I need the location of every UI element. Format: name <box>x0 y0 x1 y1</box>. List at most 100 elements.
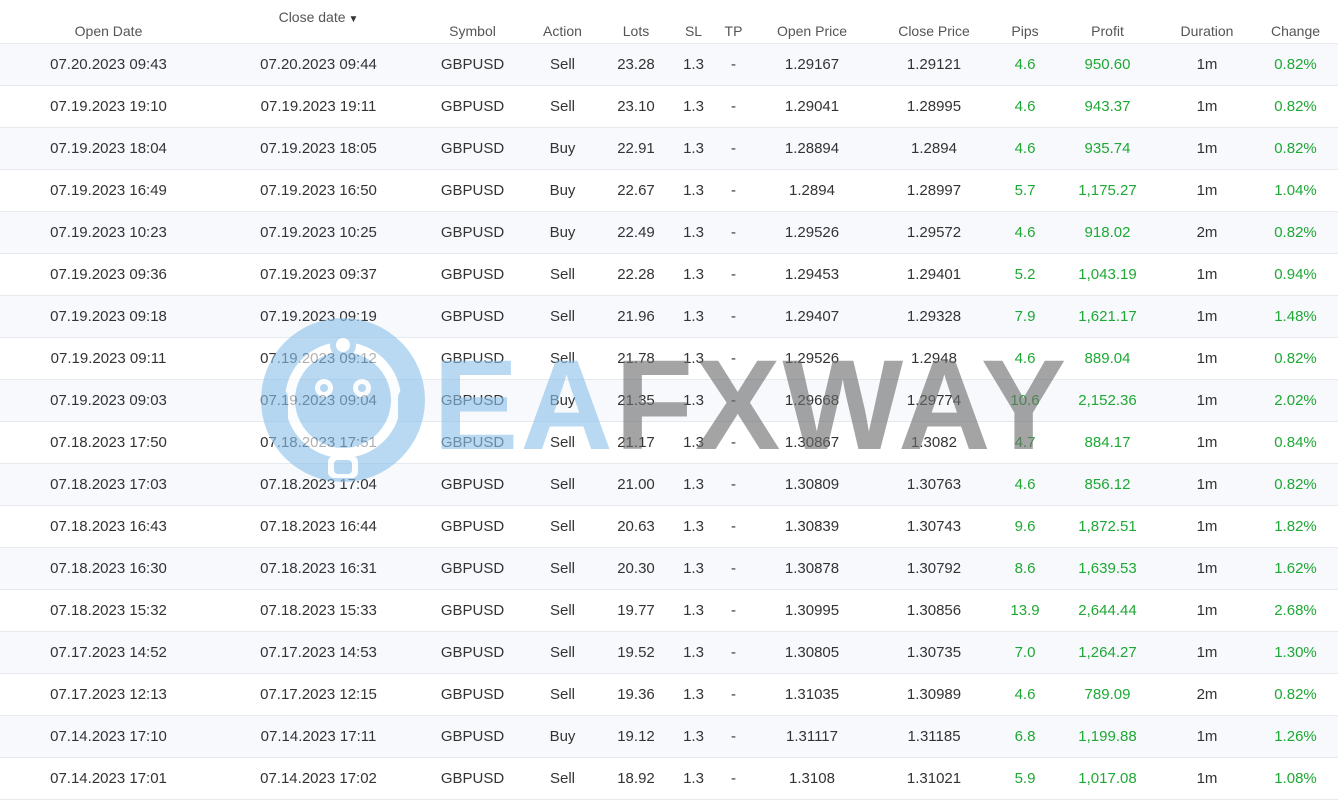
cell-duration: 1m <box>1161 421 1253 464</box>
cell-change: 0.82% <box>1253 673 1338 716</box>
cell-close-date: 07.14.2023 17:11 <box>217 715 420 758</box>
table-row[interactable]: 07.19.2023 09:36 07.19.2023 09:37 GBPUSD Se… <box>0 253 1338 296</box>
cell-profit: 1,043.19 <box>1054 253 1161 296</box>
cell-tp: - <box>715 673 752 716</box>
cell-open-date: 07.17.2023 14:52 <box>0 631 217 674</box>
cell-close-price: 1.28995 <box>872 85 996 128</box>
cell-lots: 21.00 <box>600 463 672 506</box>
cell-duration: 2m <box>1161 211 1253 254</box>
cell-open-date: 07.19.2023 09:11 <box>0 337 217 380</box>
column-header-tp[interactable]: TP <box>715 0 752 44</box>
cell-change: 1.04% <box>1253 169 1338 212</box>
cell-duration: 1m <box>1161 463 1253 506</box>
cell-change: 1.82% <box>1253 505 1338 548</box>
column-header-label: TP <box>724 22 743 39</box>
table-row[interactable]: 07.18.2023 17:50 07.18.2023 17:51 GBPUSD Se… <box>0 421 1338 464</box>
column-header-duration[interactable]: Duration <box>1161 0 1253 44</box>
cell-open-price: 1.31035 <box>752 673 872 716</box>
table-row[interactable]: 07.19.2023 10:23 07.19.2023 10:25 GBPUSD Bu… <box>0 211 1338 254</box>
column-header-pips[interactable]: Pips <box>996 0 1054 44</box>
table-row[interactable]: 07.19.2023 16:49 07.19.2023 16:50 GBPUSD Bu… <box>0 169 1338 212</box>
table-row[interactable]: 07.19.2023 09:18 07.19.2023 09:19 GBPUSD Se… <box>0 295 1338 338</box>
cell-action: Buy <box>525 127 600 170</box>
cell-profit: 1,264.27 <box>1054 631 1161 674</box>
column-header-open-date[interactable]: Open Date <box>0 0 217 44</box>
column-header-close-price[interactable]: Close Price <box>872 0 996 44</box>
cell-change: 0.82% <box>1253 43 1338 86</box>
cell-tp: - <box>715 757 752 800</box>
table-row[interactable]: 07.18.2023 16:43 07.18.2023 16:44 GBPUSD Se… <box>0 505 1338 548</box>
cell-close-price: 1.30763 <box>872 463 996 506</box>
table-row[interactable]: 07.17.2023 14:52 07.17.2023 14:53 GBPUSD Se… <box>0 631 1338 674</box>
cell-tp: - <box>715 421 752 464</box>
table-row[interactable]: 07.19.2023 09:03 07.19.2023 09:04 GBPUSD Bu… <box>0 379 1338 422</box>
cell-lots: 19.36 <box>600 673 672 716</box>
cell-sl: 1.3 <box>672 715 715 758</box>
column-header-change[interactable]: Change <box>1253 0 1338 44</box>
column-header-label: Pips <box>1011 22 1039 39</box>
cell-action: Sell <box>525 463 600 506</box>
cell-close-date: 07.19.2023 09:19 <box>217 295 420 338</box>
cell-lots: 19.52 <box>600 631 672 674</box>
cell-profit: 935.74 <box>1054 127 1161 170</box>
cell-sl: 1.3 <box>672 127 715 170</box>
cell-change: 0.82% <box>1253 85 1338 128</box>
table-row[interactable]: 07.18.2023 17:03 07.18.2023 17:04 GBPUSD Se… <box>0 463 1338 506</box>
cell-lots: 22.91 <box>600 127 672 170</box>
cell-duration: 1m <box>1161 295 1253 338</box>
cell-lots: 22.49 <box>600 211 672 254</box>
cell-open-date: 07.18.2023 17:50 <box>0 421 217 464</box>
column-header-label: Close Price <box>898 22 970 39</box>
column-header-lots[interactable]: Lots <box>600 0 672 44</box>
column-header-profit[interactable]: Profit <box>1054 0 1161 44</box>
cell-open-price: 1.30878 <box>752 547 872 590</box>
cell-open-price: 1.29526 <box>752 337 872 380</box>
cell-action: Sell <box>525 631 600 674</box>
cell-close-price: 1.30743 <box>872 505 996 548</box>
column-header-sl[interactable]: SL <box>672 0 715 44</box>
column-header-label: Open Date <box>74 22 143 39</box>
table-row[interactable]: 07.14.2023 17:01 07.14.2023 17:02 GBPUSD Se… <box>0 757 1338 800</box>
cell-pips: 4.7 <box>996 421 1054 464</box>
table-row[interactable]: 07.18.2023 15:32 07.18.2023 15:33 GBPUSD Se… <box>0 589 1338 632</box>
cell-tp: - <box>715 547 752 590</box>
cell-sl: 1.3 <box>672 673 715 716</box>
cell-tp: - <box>715 463 752 506</box>
cell-open-date: 07.19.2023 10:23 <box>0 211 217 254</box>
cell-open-date: 07.18.2023 15:32 <box>0 589 217 632</box>
cell-duration: 1m <box>1161 379 1253 422</box>
table-row[interactable]: 07.19.2023 19:10 07.19.2023 19:11 GBPUSD Se… <box>0 85 1338 128</box>
cell-tp: - <box>715 253 752 296</box>
cell-pips: 4.6 <box>996 43 1054 86</box>
column-header-close-date[interactable]: Close date ▼ <box>217 0 420 44</box>
cell-profit: 1,872.51 <box>1054 505 1161 548</box>
cell-open-price: 1.29453 <box>752 253 872 296</box>
table-row[interactable]: 07.14.2023 17:10 07.14.2023 17:11 GBPUSD Bu… <box>0 715 1338 758</box>
cell-action: Sell <box>525 43 600 86</box>
cell-action: Sell <box>525 253 600 296</box>
cell-open-date: 07.14.2023 17:01 <box>0 757 217 800</box>
cell-sl: 1.3 <box>672 169 715 212</box>
cell-sl: 1.3 <box>672 85 715 128</box>
cell-duration: 1m <box>1161 547 1253 590</box>
table-row[interactable]: 07.20.2023 09:43 07.20.2023 09:44 GBPUSD Se… <box>0 43 1338 86</box>
cell-open-price: 1.29668 <box>752 379 872 422</box>
sort-caret-down-icon[interactable]: ▼ <box>349 14 359 25</box>
cell-open-price: 1.29526 <box>752 211 872 254</box>
column-header-symbol[interactable]: Symbol <box>420 0 525 44</box>
cell-open-price: 1.30809 <box>752 463 872 506</box>
cell-close-price: 1.30856 <box>872 589 996 632</box>
table-row[interactable]: 07.18.2023 16:30 07.18.2023 16:31 GBPUSD Se… <box>0 547 1338 590</box>
cell-open-price: 1.28894 <box>752 127 872 170</box>
column-header-open-price[interactable]: Open Price <box>752 0 872 44</box>
cell-change: 1.26% <box>1253 715 1338 758</box>
cell-open-date: 07.19.2023 09:03 <box>0 379 217 422</box>
table-row[interactable]: 07.17.2023 12:13 07.17.2023 12:15 GBPUSD Se… <box>0 673 1338 716</box>
cell-sl: 1.3 <box>672 505 715 548</box>
table-header: Open Date Close date ▼ Symbol Action Lots SL TP… <box>0 0 1338 44</box>
cell-pips: 5.9 <box>996 757 1054 800</box>
table-row[interactable]: 07.19.2023 09:11 07.19.2023 09:12 GBPUSD Se… <box>0 337 1338 380</box>
cell-profit: 856.12 <box>1054 463 1161 506</box>
column-header-action[interactable]: Action <box>525 0 600 44</box>
table-row[interactable]: 07.19.2023 18:04 07.19.2023 18:05 GBPUSD Bu… <box>0 127 1338 170</box>
